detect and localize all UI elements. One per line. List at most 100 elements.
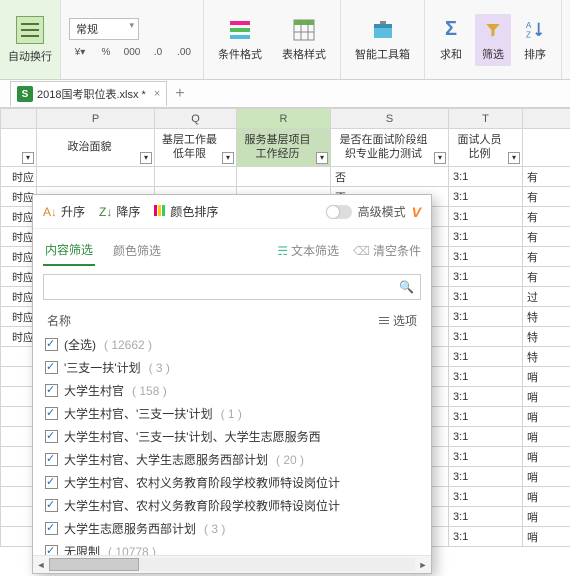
filter-item[interactable]: 大学生志愿服务西部计划( 3 ) [43, 517, 421, 540]
number-format-group: 常规 ¥▾ % 000 .0 .00 [61, 0, 204, 79]
number-format-select[interactable]: 常规 [69, 18, 139, 40]
checkbox[interactable] [45, 453, 58, 466]
tab-color-filter[interactable]: 颜色筛选 [111, 236, 163, 265]
filter-dropdown-icon[interactable]: ▾ [140, 152, 152, 164]
scroll-left-icon[interactable]: ◄ [33, 556, 49, 573]
col-header[interactable]: S [331, 109, 449, 129]
smart-toolbox-button[interactable]: 智能工具箱 [341, 0, 425, 79]
sum-button[interactable]: Σ 求和 [433, 14, 469, 66]
clear-filter-button[interactable]: ⌫清空条件 [353, 242, 421, 259]
checkbox[interactable] [45, 430, 58, 443]
filter-item-label: 大学生村官、农村义务教育阶段学校教师特设岗位计 [64, 497, 340, 514]
clear-icon: ⌫ [353, 244, 370, 258]
filter-item-label: 大学生村官、大学生志愿服务西部计划 [64, 451, 268, 468]
dec-decimal-icon[interactable]: .00 [173, 44, 195, 62]
wrap-text-icon [16, 16, 44, 44]
color-sort-icon [154, 205, 166, 219]
filter-cell-active[interactable]: 服务基层项目工作经历▾ [237, 129, 331, 167]
corner-cell[interactable] [1, 109, 37, 129]
filter-dropdown-icon[interactable]: ▾ [22, 152, 34, 164]
scroll-right-icon[interactable]: ► [415, 556, 431, 573]
table-row[interactable]: 时应否3:1有 [1, 167, 570, 187]
filter-item[interactable]: (全选)( 12662 ) [43, 333, 421, 356]
filter-cell[interactable]: 面试人员比例▾ [449, 129, 523, 167]
svg-text:Z: Z [526, 30, 531, 39]
checkbox[interactable] [45, 499, 58, 512]
checkbox[interactable] [45, 476, 58, 489]
filter-item-label: 大学生村官、'三支一扶'计划、大学生志愿服务西 [64, 428, 321, 445]
vip-icon: V [412, 204, 421, 220]
conditional-format-button[interactable]: 条件格式 [212, 14, 268, 66]
filter-search[interactable]: 🔍 [43, 274, 421, 300]
close-icon[interactable]: × [154, 88, 160, 100]
filter-cell[interactable]: 基层工作最低年限▾ [155, 129, 237, 167]
sort-button[interactable]: AZ 排序 [517, 14, 553, 66]
file-tab-label: 2018国考职位表.xlsx * [37, 86, 146, 102]
sort-desc-icon: Z↓ [99, 205, 112, 219]
filter-item[interactable]: 大学生村官、'三支一扶'计划、大学生志愿服务西 [43, 425, 421, 448]
currency-icon[interactable]: ¥▾ [69, 44, 91, 62]
filter-cell[interactable]: 政治面貌▾ [37, 129, 155, 167]
percent-icon[interactable]: % [95, 44, 117, 62]
search-icon: 🔍 [399, 280, 414, 294]
checkbox[interactable] [45, 361, 58, 374]
filter-item-label: (全选) [64, 336, 96, 353]
filter-button[interactable]: 筛选 [475, 14, 511, 66]
checkbox[interactable] [45, 407, 58, 420]
options-button[interactable]: 选项 [379, 312, 417, 329]
checkbox[interactable] [45, 522, 58, 535]
filter-item-label: '三支一扶'计划 [64, 359, 141, 376]
filter-item[interactable]: 大学生村官、农村义务教育阶段学校教师特设岗位计 [43, 494, 421, 517]
sort-icon: AZ [523, 18, 547, 42]
sort-asc-button[interactable]: A↓ 升序 [43, 203, 85, 220]
filter-dropdown-icon[interactable]: ▾ [434, 152, 446, 164]
filter-cell[interactable]: 是否在面试阶段组织专业能力测试▾ [331, 129, 449, 167]
scrollbar-thumb[interactable] [49, 558, 139, 571]
sort-desc-button[interactable]: Z↓ 降序 [99, 203, 140, 220]
table-style-button[interactable]: 表格样式 [276, 14, 332, 66]
filter-item[interactable]: 大学生村官、大学生志愿服务西部计划( 20 ) [43, 448, 421, 471]
filter-search-input[interactable] [50, 279, 399, 295]
checkbox[interactable] [45, 545, 58, 555]
filter-item[interactable]: 无限制( 10778 ) [43, 540, 421, 555]
filter-item-label: 大学生村官 [64, 382, 124, 399]
filter-item[interactable]: 大学生村官、'三支一扶'计划( 1 ) [43, 402, 421, 425]
filter-dropdown-icon[interactable]: ▾ [222, 152, 234, 164]
svg-text:A: A [526, 21, 532, 30]
advanced-mode-toggle[interactable] [326, 205, 352, 219]
file-tab[interactable]: S 2018国考职位表.xlsx * × [10, 81, 167, 106]
wrap-text-label: 自动换行 [8, 48, 52, 64]
filter-dropdown-icon[interactable]: ▾ [316, 152, 328, 164]
filter-dropdown-icon[interactable]: ▾ [508, 152, 520, 164]
document-tabs: S 2018国考职位表.xlsx * × + [0, 80, 570, 108]
col-header[interactable]: Q [155, 109, 237, 129]
filter-item[interactable]: 大学生村官、农村义务教育阶段学校教师特设岗位计 [43, 471, 421, 494]
filter-item[interactable]: '三支一扶'计划( 3 ) [43, 356, 421, 379]
checkbox[interactable] [45, 384, 58, 397]
col-header[interactable]: R [237, 109, 331, 129]
inc-decimal-icon[interactable]: .0 [147, 44, 169, 62]
col-header[interactable]: T [449, 109, 523, 129]
advanced-mode-label: 高级模式 [358, 203, 406, 220]
checkbox[interactable] [45, 338, 58, 351]
filter-cell[interactable]: ▾ [1, 129, 37, 167]
filter-popup: A↓ 升序 Z↓ 降序 颜色排序 高级模式 V 内容筛选 颜色筛选 ☴文本筛选 … [32, 194, 432, 574]
wrap-text-button[interactable]: 自动换行 [0, 0, 61, 79]
filter-item-label: 大学生村官、'三支一扶'计划 [64, 405, 213, 422]
filter-item-list[interactable]: (全选)( 12662 )'三支一扶'计划( 3 )大学生村官( 158 )大学… [33, 333, 431, 555]
horizontal-scrollbar[interactable]: ◄ ► [33, 555, 431, 573]
conditional-format-icon [228, 18, 252, 42]
tab-content-filter[interactable]: 内容筛选 [43, 235, 95, 266]
filter-item-label: 大学生志愿服务西部计划 [64, 520, 196, 537]
ribbon: 自动换行 常规 ¥▾ % 000 .0 .00 条件格式 表格样 [0, 0, 570, 80]
filter-item[interactable]: 大学生村官( 158 ) [43, 379, 421, 402]
text-filter-button[interactable]: ☴文本筛选 [277, 242, 339, 259]
comma-icon[interactable]: 000 [121, 44, 143, 62]
sigma-icon: Σ [439, 18, 463, 42]
new-tab-button[interactable]: + [175, 85, 184, 103]
name-column-label: 名称 [47, 312, 71, 329]
col-header[interactable]: P [37, 109, 155, 129]
styles-group: 条件格式 表格样式 [204, 0, 341, 79]
sort-by-color-button[interactable]: 颜色排序 [154, 203, 218, 220]
filter-item-label: 大学生村官、农村义务教育阶段学校教师特设岗位计 [64, 474, 340, 491]
